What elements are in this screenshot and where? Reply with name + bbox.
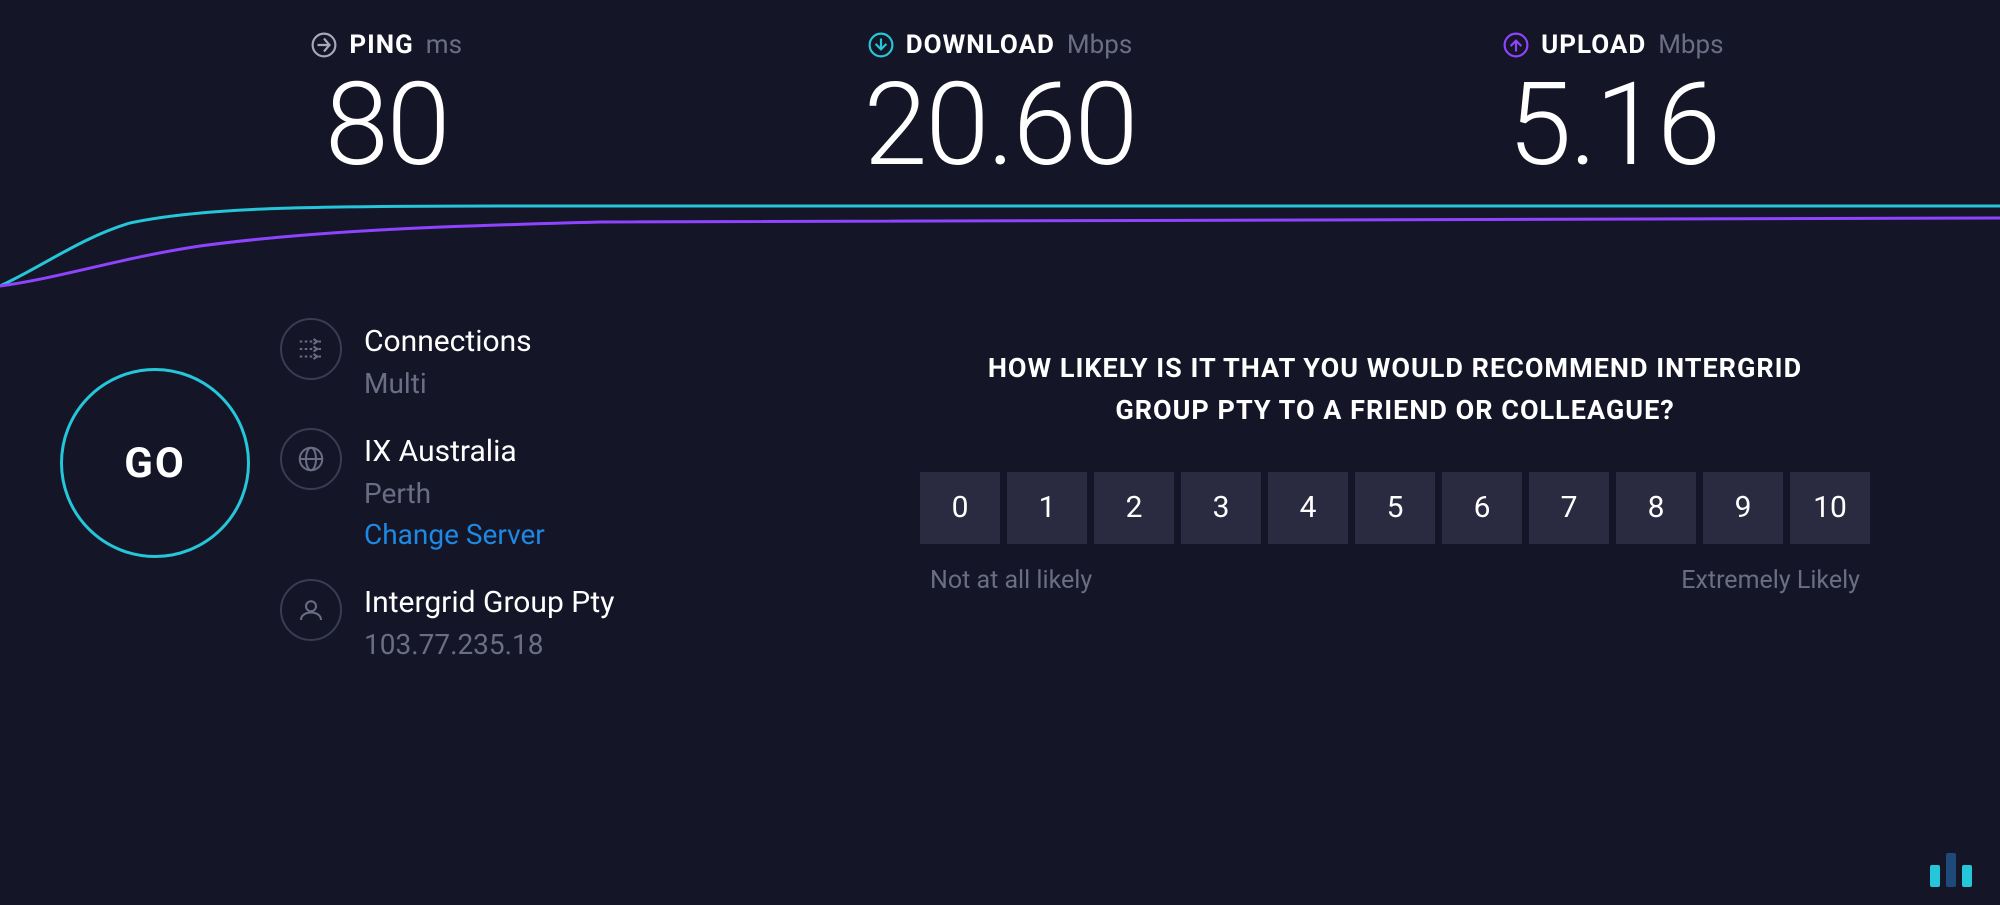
rating-row: 0 1 2 3 4 5 6 7 8 9 10 bbox=[880, 472, 1910, 544]
isp-title: Intergrid Group Pty bbox=[364, 583, 614, 622]
brand-logo-icon bbox=[1930, 853, 1972, 887]
download-value: 20.60 bbox=[713, 68, 1286, 183]
server-title: IX Australia bbox=[364, 432, 545, 471]
ping-unit: ms bbox=[426, 30, 462, 60]
rating-5[interactable]: 5 bbox=[1355, 472, 1435, 544]
ping-icon bbox=[311, 32, 337, 58]
globe-icon bbox=[280, 428, 342, 490]
speed-chart bbox=[0, 198, 2000, 288]
download-label: DOWNLOAD bbox=[906, 30, 1055, 60]
metric-ping: PING ms 80 bbox=[100, 30, 673, 183]
ping-value: 80 bbox=[100, 68, 673, 183]
download-unit: Mbps bbox=[1067, 30, 1132, 60]
rating-10[interactable]: 10 bbox=[1790, 472, 1870, 544]
connections-sub: Multi bbox=[364, 367, 532, 400]
rating-6[interactable]: 6 bbox=[1442, 472, 1522, 544]
isp-item: Intergrid Group Pty 103.77.235.18 bbox=[280, 579, 614, 661]
user-icon bbox=[280, 579, 342, 641]
ping-label: PING bbox=[349, 30, 413, 60]
rating-low-label: Not at all likely bbox=[930, 566, 1092, 595]
connections-title: Connections bbox=[364, 322, 532, 361]
server-sub: Perth bbox=[364, 477, 545, 510]
server-item[interactable]: IX Australia Perth Change Server bbox=[280, 428, 614, 551]
rating-8[interactable]: 8 bbox=[1616, 472, 1696, 544]
metrics-row: PING ms 80 DOWNLOAD Mbps 20.60 UPLOAD Mb… bbox=[0, 0, 2000, 183]
change-server-link[interactable]: Change Server bbox=[364, 518, 545, 551]
rating-9[interactable]: 9 bbox=[1703, 472, 1783, 544]
rating-2[interactable]: 2 bbox=[1094, 472, 1174, 544]
upload-unit: Mbps bbox=[1658, 30, 1723, 60]
connections-icon bbox=[280, 318, 342, 380]
upload-value: 5.16 bbox=[1327, 68, 1900, 183]
metric-upload: UPLOAD Mbps 5.16 bbox=[1327, 30, 1900, 183]
rating-1[interactable]: 1 bbox=[1007, 472, 1087, 544]
go-button[interactable]: GO bbox=[60, 368, 250, 558]
upload-icon bbox=[1503, 32, 1529, 58]
isp-ip: 103.77.235.18 bbox=[364, 628, 614, 661]
metric-download: DOWNLOAD Mbps 20.60 bbox=[713, 30, 1286, 183]
rating-high-label: Extremely Likely bbox=[1681, 566, 1860, 595]
rating-0[interactable]: 0 bbox=[920, 472, 1000, 544]
left-panel: GO Connections Multi IX Australia Perth bbox=[60, 308, 840, 661]
connections-item[interactable]: Connections Multi bbox=[280, 318, 614, 400]
rating-3[interactable]: 3 bbox=[1181, 472, 1261, 544]
survey-panel: HOW LIKELY IS IT THAT YOU WOULD RECOMMEN… bbox=[880, 308, 1940, 661]
rating-7[interactable]: 7 bbox=[1529, 472, 1609, 544]
upload-label: UPLOAD bbox=[1541, 30, 1646, 60]
survey-question: HOW LIKELY IS IT THAT YOU WOULD RECOMMEN… bbox=[945, 348, 1845, 432]
rating-4[interactable]: 4 bbox=[1268, 472, 1348, 544]
download-icon bbox=[868, 32, 894, 58]
